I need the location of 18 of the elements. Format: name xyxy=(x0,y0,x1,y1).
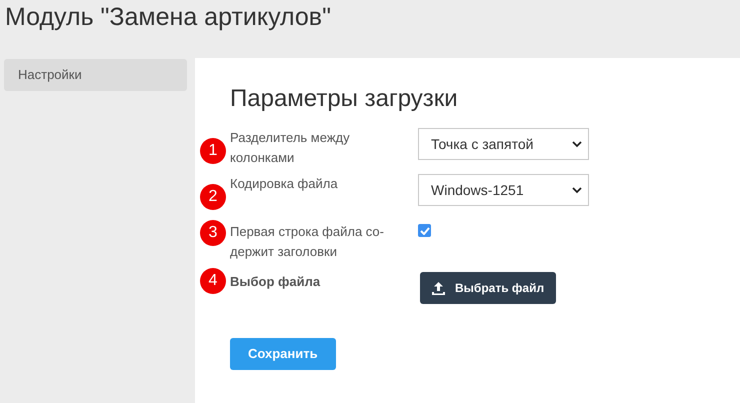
form-title: Параметры загрузки xyxy=(230,84,458,114)
page-title: Модуль "Замена артикулов" xyxy=(5,2,331,32)
field-label: Кодировка файла xyxy=(230,175,339,193)
upload-icon xyxy=(432,282,445,294)
choose-file-button[interactable]: Выбрать файл xyxy=(420,272,556,304)
field-label: Выбор файла xyxy=(230,273,322,291)
step-badge: 4 xyxy=(200,268,226,294)
sidebar-item[interactable]: Настройки xyxy=(4,59,187,91)
dropdown[interactable]: Точка с запятой xyxy=(418,128,589,160)
checkbox[interactable] xyxy=(418,224,431,237)
field-label: Первая строка файла со-держит заголовки xyxy=(230,223,385,261)
chevron-down-icon xyxy=(572,140,582,148)
step-badge: 1 xyxy=(200,138,226,164)
dropdown[interactable]: Windows-1251 xyxy=(418,174,589,206)
field-label: Разделитель между колонками xyxy=(230,129,351,167)
step-badge: 3 xyxy=(200,220,226,246)
step-badge: 2 xyxy=(200,184,226,210)
chevron-down-icon xyxy=(572,186,582,194)
